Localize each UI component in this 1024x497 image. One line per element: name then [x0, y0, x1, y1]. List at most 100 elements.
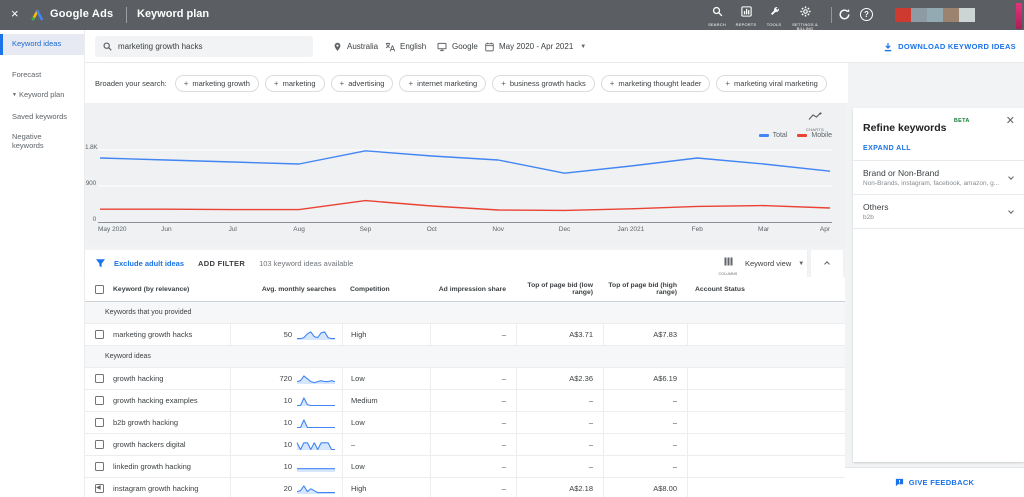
x-axis-tick: Aug	[293, 226, 305, 233]
caret-down-icon: ▼	[12, 92, 17, 98]
bid-low-cell: –	[516, 412, 603, 433]
account-status-cell	[687, 478, 845, 497]
google-ads-logo-icon	[31, 8, 44, 26]
chip-label: business growth hacks	[509, 78, 586, 88]
keyword-cell: linkedin growth hacking	[85, 456, 230, 477]
sidebar-item-saved-keywords[interactable]: Saved keywords	[0, 107, 84, 128]
refine-panel-title: Refine keywords	[863, 122, 947, 134]
col-header-ad-share: Ad impression share	[438, 285, 506, 293]
keyword-cell: growth hacking	[85, 368, 230, 389]
legend-label: Mobile	[811, 132, 832, 139]
refine-group-brand[interactable]: Brand or Non-Brand Non-Brands, instagram…	[853, 161, 1024, 195]
broaden-chip[interactable]: + business growth hacks	[492, 74, 595, 92]
refine-keywords-panel: Refine keywords BETA ✕ EXPAND ALL Brand …	[853, 108, 1024, 462]
refine-group-others[interactable]: Others b2b	[853, 195, 1024, 229]
chip-label: internet marketing	[417, 78, 478, 88]
avg-searches-cell: 10	[230, 390, 342, 411]
pink-scroll-marker	[1016, 3, 1022, 29]
sidebar-item-keyword-plan[interactable]: ▼ Keyword plan	[0, 85, 84, 107]
y-axis-tick: 900	[85, 180, 96, 187]
ad-impression-share-cell: –	[430, 390, 516, 411]
table-row: b2b growth hacking 10 Low – – –	[85, 412, 845, 434]
legend-item-total[interactable]: Total	[758, 132, 787, 139]
chip-label: marketing viral marketing	[734, 78, 818, 88]
search-nav-button[interactable]: SEARCH	[702, 4, 732, 27]
close-icon[interactable]: ✕	[1006, 116, 1015, 127]
competition-cell: Low	[342, 368, 430, 389]
broaden-chip[interactable]: + marketing thought leader	[600, 74, 711, 92]
plus-icon: +	[725, 78, 731, 88]
keyword-cell: growth hacking examples	[85, 390, 230, 411]
col-header-keyword: Keyword (by relevance)	[113, 285, 190, 293]
topbar-divider	[831, 7, 832, 23]
legend-item-mobile[interactable]: Mobile	[797, 132, 832, 139]
competition-cell: High	[342, 324, 430, 345]
h-scroll-left-arrow[interactable]: ◀	[96, 484, 101, 491]
row-checkbox[interactable]	[95, 396, 104, 405]
masked-avatar-swatch	[927, 8, 943, 22]
expand-all-link[interactable]: EXPAND ALL	[853, 136, 1024, 161]
plus-icon: +	[609, 78, 615, 88]
avg-searches-cell: 10	[230, 412, 342, 433]
broaden-chip-list: + marketing growth + marketing + advertising +…	[174, 74, 827, 92]
keyword-label: b2b growth hacking	[113, 418, 179, 427]
row-checkbox[interactable]	[95, 440, 104, 449]
keyword-search-input[interactable]: marketing growth hacks	[95, 36, 313, 57]
x-axis-tick: Nov	[492, 226, 504, 233]
page-title: Keyword plan	[137, 8, 210, 20]
broaden-chip[interactable]: + advertising	[330, 74, 394, 92]
col-header-account-status: Account Status	[695, 285, 745, 293]
row-checkbox[interactable]	[95, 330, 104, 339]
network-setting[interactable]: Google	[437, 30, 478, 63]
date-range-selector[interactable]: May 2020 - Apr 2021 ▼	[485, 30, 586, 63]
trend-sparkline	[296, 485, 335, 494]
translate-icon	[385, 42, 395, 52]
location-setting[interactable]: Australia	[333, 30, 378, 63]
row-checkbox[interactable]	[95, 374, 104, 383]
sidebar-item-forecast[interactable]: Forecast	[0, 65, 84, 86]
download-keyword-ideas-button[interactable]: DOWNLOAD KEYWORD IDEAS	[883, 30, 1016, 63]
reports-nav-button[interactable]: REPORTS	[731, 4, 761, 27]
give-feedback-button[interactable]: GIVE FEEDBACK	[845, 467, 1024, 497]
broaden-chip[interactable]: + marketing growth	[174, 74, 259, 92]
language-setting[interactable]: English	[385, 30, 426, 63]
avg-searches-cell: 720	[230, 368, 342, 389]
row-checkbox[interactable]	[95, 462, 104, 471]
sidebar-item-keyword-ideas[interactable]: Keyword ideas	[0, 34, 84, 55]
caret-down-icon: ▼	[798, 260, 805, 267]
broaden-chip[interactable]: + marketing	[264, 74, 325, 92]
columns-button[interactable]: COLUMNS	[713, 253, 743, 276]
tools-nav-button[interactable]: TOOLS	[759, 4, 789, 27]
keyword-cell: growth hackers digital	[85, 434, 230, 455]
masked-avatar-swatch	[959, 8, 975, 22]
plus-icon: +	[183, 78, 189, 88]
search-icon	[103, 42, 112, 51]
table-body: Keywords that you provided marketing grow…	[85, 302, 845, 497]
avg-searches-cell: 20	[230, 478, 342, 497]
collapse-table-button[interactable]	[811, 250, 843, 277]
settings-billing-nav-button[interactable]: SETTINGS & BILLING	[786, 4, 824, 31]
keyword-view-selector[interactable]: Keyword view ▼	[745, 250, 804, 277]
bid-high-cell: –	[603, 434, 687, 455]
table-row: growth hacking 720 Low – A$2.36 A$6.19	[85, 368, 845, 390]
x-axis-tick: May 2020	[98, 226, 127, 233]
x-axis-ticks: May 2020 Jun Jul Aug Sep Oct Nov Dec Jan 2021 Feb…	[98, 226, 832, 236]
sidebar-item-negative-keywords[interactable]: Negative keywords	[0, 127, 62, 156]
chevron-up-icon	[824, 260, 830, 267]
broaden-chip[interactable]: + internet marketing	[399, 74, 487, 92]
trend-sparkline	[297, 331, 335, 340]
charts-toggle-button[interactable]: CHARTS	[801, 108, 829, 132]
ad-impression-share-cell: –	[430, 478, 516, 497]
keyword-cell: marketing growth hacks	[85, 324, 230, 345]
close-icon[interactable]: ×	[11, 6, 19, 22]
refresh-icon[interactable]	[838, 8, 851, 26]
broaden-chip[interactable]: + marketing viral marketing	[716, 74, 827, 92]
select-all-checkbox[interactable]	[95, 284, 104, 294]
keyword-label: instagram growth hacking	[113, 484, 199, 493]
help-icon[interactable]: ?	[860, 8, 873, 21]
add-filter-button[interactable]: ADD FILTER	[198, 259, 245, 268]
row-checkbox[interactable]	[95, 418, 104, 427]
exclude-adult-ideas-link[interactable]: Exclude adult ideas	[114, 259, 184, 268]
searches-value: 720	[279, 374, 292, 383]
caret-down-icon: ▼	[580, 43, 587, 50]
